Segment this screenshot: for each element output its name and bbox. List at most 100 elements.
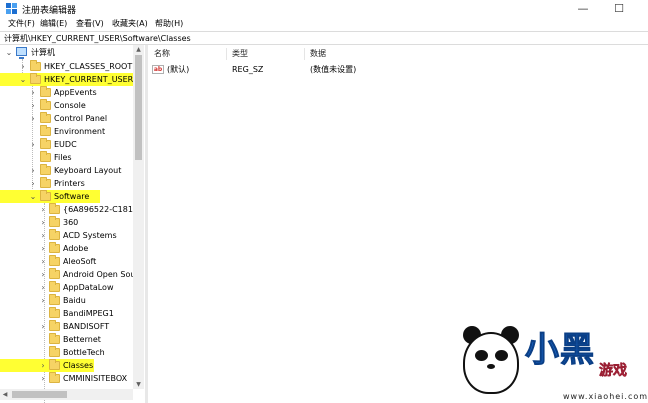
tree-item-360[interactable]: › 360: [0, 216, 133, 229]
tree-item-software[interactable]: ⌄ Software: [0, 190, 100, 203]
chevron-right-icon[interactable]: ›: [38, 294, 48, 307]
column-header-data[interactable]: 数据: [310, 48, 326, 59]
folder-icon: [49, 255, 60, 266]
chevron-right-icon[interactable]: ›: [28, 138, 38, 151]
folder-icon: [40, 99, 51, 110]
column-divider[interactable]: [304, 48, 305, 60]
folder-icon: [40, 177, 51, 188]
value-data: (数值未设置): [310, 65, 357, 74]
tree-item-appevents[interactable]: › AppEvents: [0, 86, 133, 99]
menu-view[interactable]: 查看(V): [74, 18, 106, 30]
menu-favorites[interactable]: 收藏夹(A): [110, 18, 150, 30]
tree-item-betternet[interactable]: Betternet: [0, 333, 133, 346]
tree-item-label: Software: [54, 192, 90, 201]
tree-item-label: ACD Systems: [63, 231, 117, 240]
folder-icon: [49, 203, 60, 214]
tree-item-classes[interactable]: › Classes: [0, 359, 94, 372]
chevron-right-icon[interactable]: ›: [38, 229, 48, 242]
scroll-left-arrow-icon[interactable]: ◀: [0, 389, 10, 400]
folder-icon: [49, 346, 60, 357]
chevron-right-icon[interactable]: ›: [38, 281, 48, 294]
tree-item-computer[interactable]: ⌄ 计算机: [0, 46, 133, 59]
tree-item-label: Printers: [54, 179, 85, 188]
tree-horizontal-scrollbar[interactable]: ◀: [0, 389, 133, 400]
chevron-right-icon[interactable]: ›: [28, 177, 38, 190]
title-bar: 注册表编辑器 — ☐: [0, 0, 648, 17]
chevron-right-icon[interactable]: ›: [28, 86, 38, 99]
tree-item-label: 360: [63, 218, 79, 227]
chevron-right-icon[interactable]: ›: [18, 60, 28, 73]
chevron-right-icon[interactable]: ›: [38, 242, 48, 255]
chevron-down-icon[interactable]: ⌄: [28, 190, 38, 203]
tree-item-eudc[interactable]: › EUDC: [0, 138, 133, 151]
tree-item-label: AppDataLow: [63, 283, 114, 292]
tree-item-environment[interactable]: Environment: [0, 125, 133, 138]
folder-icon: [49, 320, 60, 331]
tree-item-bandisoft[interactable]: › BANDISOFT: [0, 320, 133, 333]
tree-item-hkey-classes-root[interactable]: › HKEY_CLASSES_ROOT: [0, 60, 133, 73]
tree-item-baidu[interactable]: › Baidu: [0, 294, 133, 307]
tree-item-hkey-current-user[interactable]: ⌄ HKEY_CURRENT_USER: [0, 73, 133, 86]
value-type: REG_SZ: [232, 65, 264, 74]
menu-file[interactable]: 文件(F): [6, 18, 37, 30]
tree-item-appdatalow[interactable]: › AppDataLow: [0, 281, 133, 294]
column-header-type[interactable]: 类型: [232, 48, 248, 59]
registry-editor-icon: [6, 3, 17, 14]
menu-edit[interactable]: 编辑(E): [38, 18, 69, 30]
chevron-right-icon[interactable]: ›: [38, 255, 48, 268]
folder-icon: [40, 138, 51, 149]
tree-item-label: CMMINISITEBOX: [63, 374, 128, 383]
tree-item-android-open-source[interactable]: › Android Open Sou: [0, 268, 135, 281]
scrollbar-thumb[interactable]: [135, 55, 142, 160]
tree-item-label: {6A896522-C181-4: [63, 205, 141, 214]
brand-url: www.xiaohei.com: [563, 392, 648, 401]
chevron-down-icon[interactable]: ⌄: [4, 46, 14, 59]
folder-icon: [49, 281, 60, 292]
chevron-right-icon[interactable]: ›: [38, 320, 48, 333]
address-bar[interactable]: 计算机\HKEY_CURRENT_USER\Software\Classes: [0, 31, 648, 45]
scroll-up-arrow-icon[interactable]: ▲: [133, 45, 144, 54]
scrollbar-thumb[interactable]: [12, 391, 67, 398]
tree-item-label: Control Panel: [54, 114, 108, 123]
site-watermark-logo: 小黑 游戏 www.xiaohei.com: [455, 318, 648, 403]
tree-item-console[interactable]: › Console: [0, 99, 133, 112]
menu-help[interactable]: 帮助(H): [153, 18, 185, 30]
tree-item-bottletech[interactable]: BottleTech: [0, 346, 133, 359]
string-value-icon: ab: [152, 65, 164, 74]
folder-icon: [40, 151, 51, 162]
minimize-button[interactable]: —: [570, 0, 596, 17]
tree-item-files[interactable]: Files: [0, 151, 133, 164]
column-divider[interactable]: [226, 48, 227, 60]
tree-item-adobe[interactable]: › Adobe: [0, 242, 133, 255]
value-row[interactable]: ab (默认) REG_SZ (数值未设置): [148, 63, 648, 76]
chevron-right-icon[interactable]: ›: [38, 203, 48, 216]
tree-item-cmminisitebox[interactable]: › CMMINISITEBOX: [0, 372, 133, 385]
tree-item-control-panel[interactable]: › Control Panel: [0, 112, 133, 125]
scroll-down-arrow-icon[interactable]: ▼: [133, 380, 144, 389]
tree-vertical-scrollbar[interactable]: ▲ ▼: [133, 45, 144, 389]
tree-item-printers[interactable]: › Printers: [0, 177, 133, 190]
tree-item-label: Files: [54, 153, 72, 162]
chevron-right-icon[interactable]: ›: [28, 99, 38, 112]
tree-item-acd-systems[interactable]: › ACD Systems: [0, 229, 133, 242]
folder-icon: [49, 372, 60, 383]
chevron-right-icon[interactable]: ›: [28, 164, 38, 177]
panda-eye-icon: [495, 350, 508, 361]
tree-item-label: HKEY_CURRENT_USER: [44, 75, 134, 84]
chevron-right-icon[interactable]: ›: [28, 112, 38, 125]
value-name: (默认): [167, 65, 190, 74]
chevron-right-icon[interactable]: ›: [38, 216, 48, 229]
chevron-down-icon[interactable]: ⌄: [18, 73, 28, 86]
menu-bar: 文件(F) 编辑(E) 查看(V) 收藏夹(A) 帮助(H): [0, 17, 648, 31]
chevron-right-icon[interactable]: ›: [38, 359, 48, 372]
column-header-name[interactable]: 名称: [154, 48, 170, 59]
chevron-right-icon[interactable]: ›: [38, 372, 48, 385]
address-path[interactable]: 计算机\HKEY_CURRENT_USER\Software\Classes: [4, 33, 191, 44]
tree-item-6a896522[interactable]: › {6A896522-C181-4: [0, 203, 141, 216]
tree-item-label: Adobe: [63, 244, 89, 253]
maximize-button[interactable]: ☐: [606, 0, 632, 17]
tree-item-aleosoft[interactable]: › AleoSoft: [0, 255, 133, 268]
chevron-right-icon[interactable]: ›: [38, 268, 48, 281]
tree-item-keyboard-layout[interactable]: › Keyboard Layout: [0, 164, 133, 177]
tree-item-bandimpeg1[interactable]: BandiMPEG1: [0, 307, 133, 320]
